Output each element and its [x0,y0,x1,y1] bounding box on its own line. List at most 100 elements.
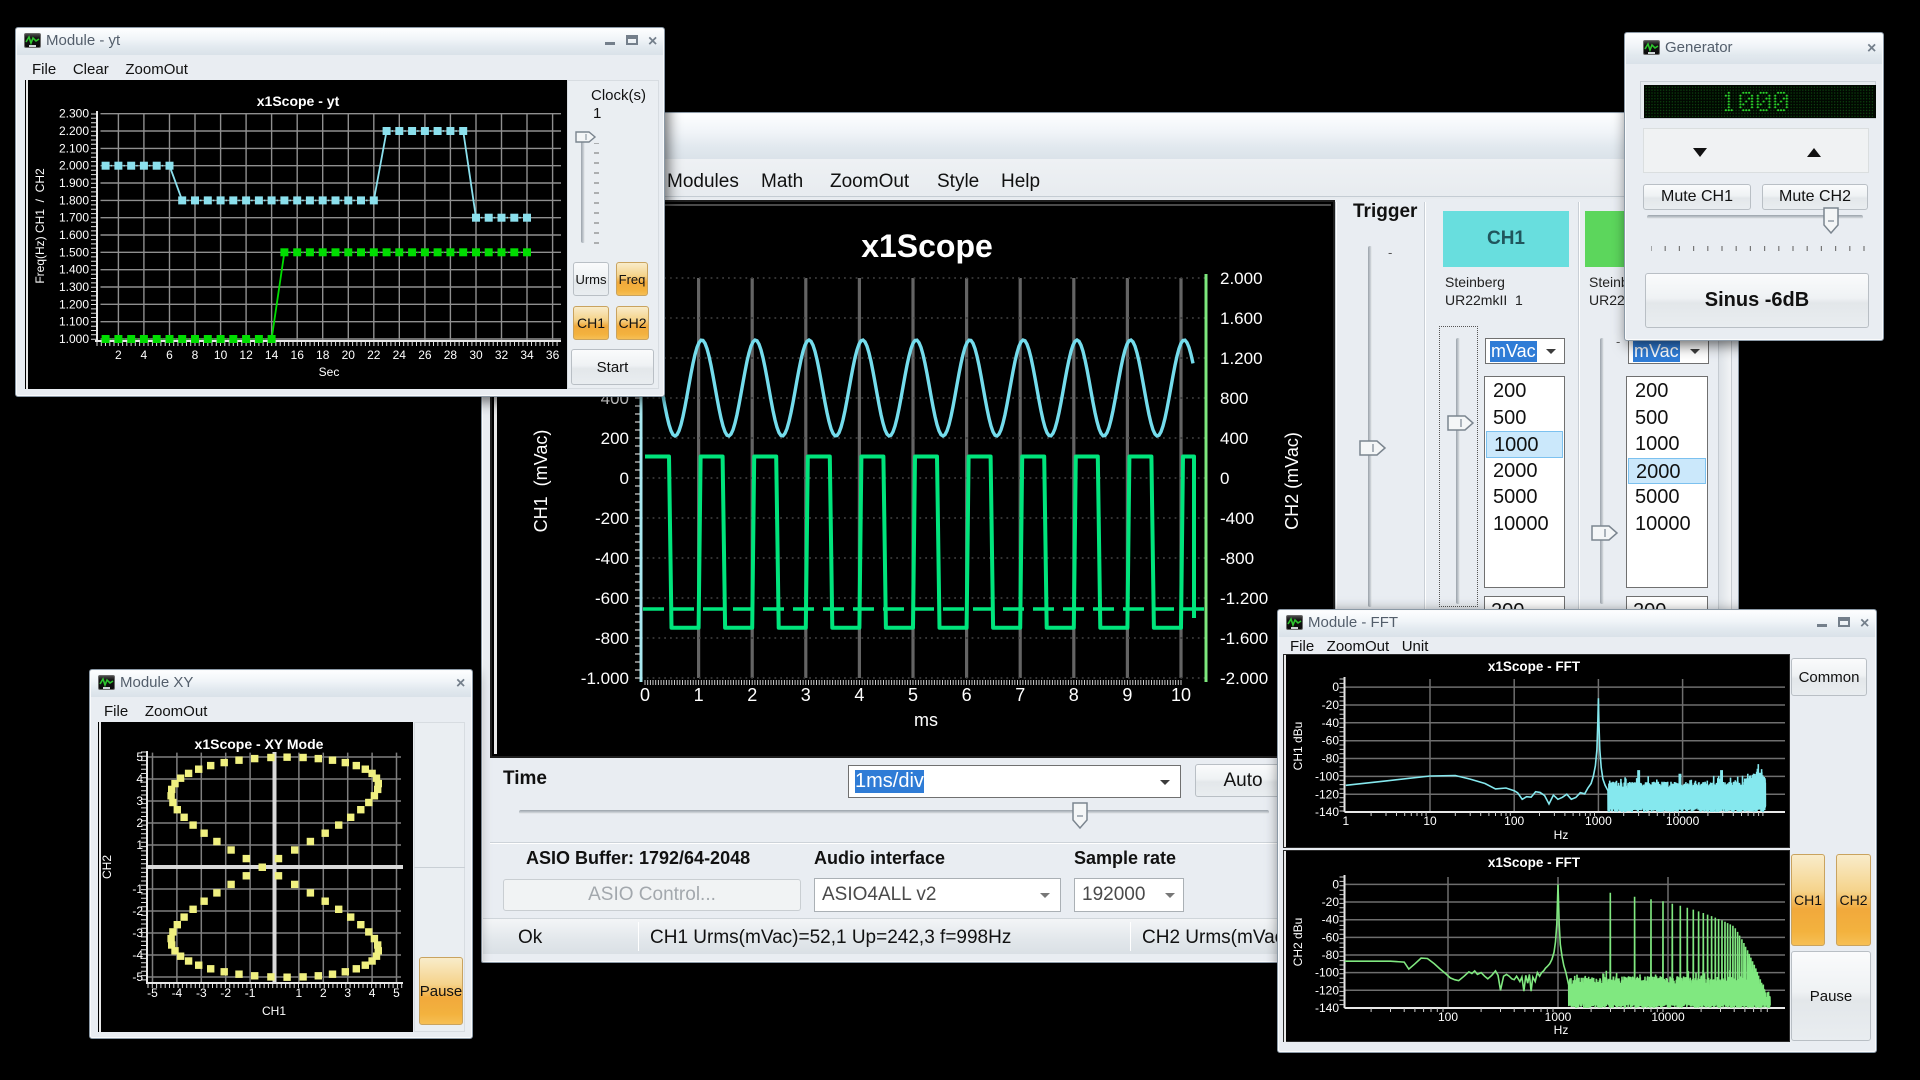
svg-text:1: 1 [296,986,303,1000]
svg-text:CH1 dBu: CH1 dBu [1291,722,1305,771]
svg-text:26: 26 [418,348,432,362]
svg-text:2.100: 2.100 [59,141,89,155]
svg-text:-60: -60 [1322,734,1340,748]
svg-text:1.500: 1.500 [59,245,89,259]
svg-text:100: 100 [1438,1010,1458,1024]
svg-text:-5: -5 [147,986,158,1000]
svg-text:10: 10 [214,348,228,362]
svg-text:2.300: 2.300 [59,107,89,121]
svg-text:1.000: 1.000 [59,332,89,346]
svg-text:400: 400 [1220,429,1248,448]
svg-text:10000: 10000 [1651,1010,1685,1024]
svg-text:x1Scope - FFT: x1Scope - FFT [1488,855,1581,870]
svg-text:-2: -2 [132,904,143,918]
svg-text:200: 200 [601,429,629,448]
svg-text:CH2 (mVac): CH2 (mVac) [1282,432,1302,530]
svg-text:-3: -3 [132,926,143,940]
svg-text:CH2: CH2 [100,855,114,879]
svg-text:-140: -140 [1315,805,1339,819]
svg-text:1.200: 1.200 [1220,349,1263,368]
svg-text:CH1: CH1 [262,1004,286,1018]
svg-text:-100: -100 [1315,966,1339,980]
svg-text:18: 18 [316,348,330,362]
svg-text:36: 36 [546,348,560,362]
svg-text:12: 12 [239,348,253,362]
svg-text:0: 0 [1332,877,1339,891]
svg-text:10: 10 [1171,685,1191,705]
svg-text:6: 6 [166,348,173,362]
svg-text:32: 32 [495,348,509,362]
svg-text:1.400: 1.400 [59,263,89,277]
svg-text:3: 3 [801,685,811,705]
svg-text:-80: -80 [1322,948,1340,962]
svg-text:1.800: 1.800 [59,193,89,207]
svg-text:1000: 1000 [1585,814,1612,828]
svg-text:x1Scope - XY Mode: x1Scope - XY Mode [195,736,324,752]
svg-text:1.300: 1.300 [59,280,89,294]
svg-text:-4: -4 [132,948,143,962]
svg-text:-1.600: -1.600 [1220,629,1268,648]
svg-text:14: 14 [265,348,279,362]
svg-text:4: 4 [141,348,148,362]
svg-text:-1.200: -1.200 [1220,589,1268,608]
svg-text:-3: -3 [196,986,207,1000]
svg-text:Freq(Hz) CH1 / CH2: Freq(Hz) CH1 / CH2 [33,168,47,284]
svg-text:7: 7 [1015,685,1025,705]
svg-text:-60: -60 [1322,930,1340,944]
svg-text:-1: -1 [245,986,256,1000]
svg-text:10: 10 [1423,814,1437,828]
svg-text:1.600: 1.600 [59,228,89,242]
svg-text:34: 34 [520,348,534,362]
svg-text:x1Scope: x1Scope [861,228,993,264]
svg-text:-4: -4 [172,986,183,1000]
svg-text:24: 24 [393,348,407,362]
svg-text:8: 8 [1069,685,1079,705]
svg-text:3: 3 [344,986,351,1000]
svg-text:1.100: 1.100 [59,315,89,329]
svg-text:-120: -120 [1315,787,1339,801]
svg-text:9: 9 [1122,685,1132,705]
svg-text:0: 0 [1220,469,1229,488]
svg-text:-80: -80 [1322,752,1340,766]
svg-text:2: 2 [136,816,143,830]
svg-text:2: 2 [747,685,757,705]
svg-text:-1: -1 [132,882,143,896]
svg-text:2: 2 [115,348,122,362]
svg-text:CH1 (mVac): CH1 (mVac) [531,430,551,533]
svg-text:ms: ms [914,710,938,730]
svg-text:-400: -400 [1220,509,1254,528]
svg-text:2.000: 2.000 [1220,269,1263,288]
svg-text:28: 28 [444,348,458,362]
svg-text:5: 5 [136,750,143,764]
svg-text:-600: -600 [595,589,629,608]
svg-text:Hz: Hz [1554,828,1569,842]
svg-text:Sec: Sec [319,365,340,379]
svg-text:6: 6 [962,685,972,705]
svg-text:-120: -120 [1315,983,1339,997]
svg-text:-20: -20 [1322,698,1340,712]
svg-text:0: 0 [620,469,629,488]
svg-text:x1Scope - FFT: x1Scope - FFT [1488,659,1581,674]
svg-text:-40: -40 [1322,716,1340,730]
svg-text:1: 1 [1342,814,1349,828]
svg-text:8: 8 [192,348,199,362]
svg-text:1.900: 1.900 [59,176,89,190]
svg-text:22: 22 [367,348,381,362]
svg-text:-140: -140 [1315,1001,1339,1015]
svg-text:4: 4 [136,772,143,786]
svg-text:100: 100 [1504,814,1524,828]
svg-text:2: 2 [320,986,327,1000]
svg-text:800: 800 [1220,389,1248,408]
svg-text:10000: 10000 [1666,814,1700,828]
svg-text:5: 5 [393,986,400,1000]
svg-text:30: 30 [469,348,483,362]
svg-text:4: 4 [854,685,864,705]
svg-text:Hz: Hz [1554,1023,1569,1037]
svg-text:1000: 1000 [1545,1010,1572,1024]
svg-text:3: 3 [136,794,143,808]
svg-text:1: 1 [694,685,704,705]
svg-text:-20: -20 [1322,895,1340,909]
svg-text:x1Scope - yt: x1Scope - yt [257,93,340,109]
svg-text:1: 1 [136,838,143,852]
svg-text:16: 16 [291,348,305,362]
